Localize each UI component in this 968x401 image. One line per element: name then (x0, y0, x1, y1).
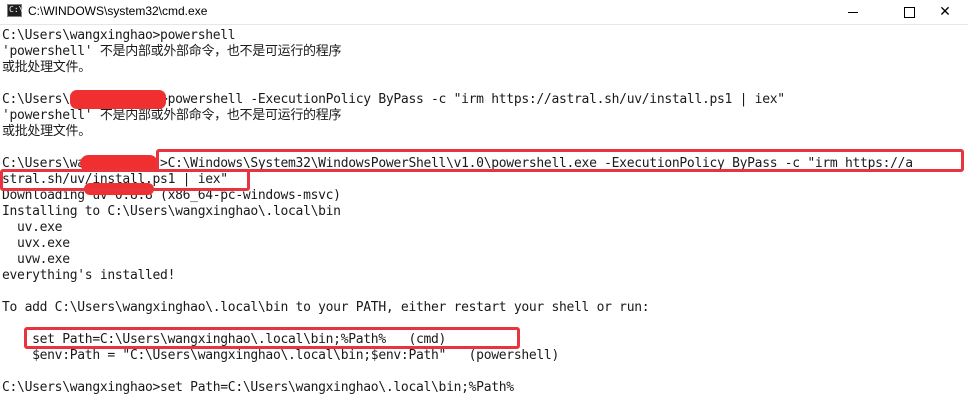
highlight-box-set-path (24, 327, 520, 349)
console-output[interactable]: C:\Users\wangxinghao>powershell 'powersh… (0, 25, 968, 401)
console-line: $env:Path = "C:\Users\wangxinghao\.local… (2, 348, 559, 363)
console-line: 'powershell' 不是内部或外部命令，也不是可运行的程序 (2, 108, 342, 123)
minimize-icon (848, 11, 858, 13)
console-line: uv.exe (2, 220, 63, 235)
console-line: uvx.exe (2, 236, 70, 251)
close-icon: ✕ (939, 4, 951, 20)
cmd-app-icon-label: C:\ (9, 5, 24, 14)
highlight-box-command (156, 149, 964, 172)
minimize-button[interactable] (830, 0, 876, 24)
console-line: C:\Users\wangxinghao>set Path=C:\Users\w… (2, 380, 514, 395)
highlight-box-command-wrap (0, 169, 250, 191)
maximize-icon (903, 6, 915, 18)
console-line: 或批处理文件。 (2, 60, 91, 75)
console-line: everything's installed! (2, 268, 176, 283)
console-line: Installing to C:\Users\wangxinghao\.loca… (2, 204, 341, 219)
console-line: uvw.exe (2, 252, 70, 267)
console-line: C:\Users\wangxinghao>powershell (2, 28, 236, 43)
redaction-mark (70, 90, 166, 109)
close-button[interactable]: ✕ (922, 0, 968, 24)
window-title: C:\WINDOWS\system32\cmd.exe (28, 4, 208, 18)
cmd-app-icon[interactable]: C:\ (7, 4, 24, 17)
console-line: 'powershell' 不是内部或外部命令，也不是可运行的程序 (2, 44, 342, 59)
title-bar[interactable]: C:\ C:\WINDOWS\system32\cmd.exe ✕ (0, 0, 968, 25)
console-line: 或批处理文件。 (2, 124, 91, 139)
console-line: To add C:\Users\wangxinghao\.local\bin t… (2, 300, 650, 315)
